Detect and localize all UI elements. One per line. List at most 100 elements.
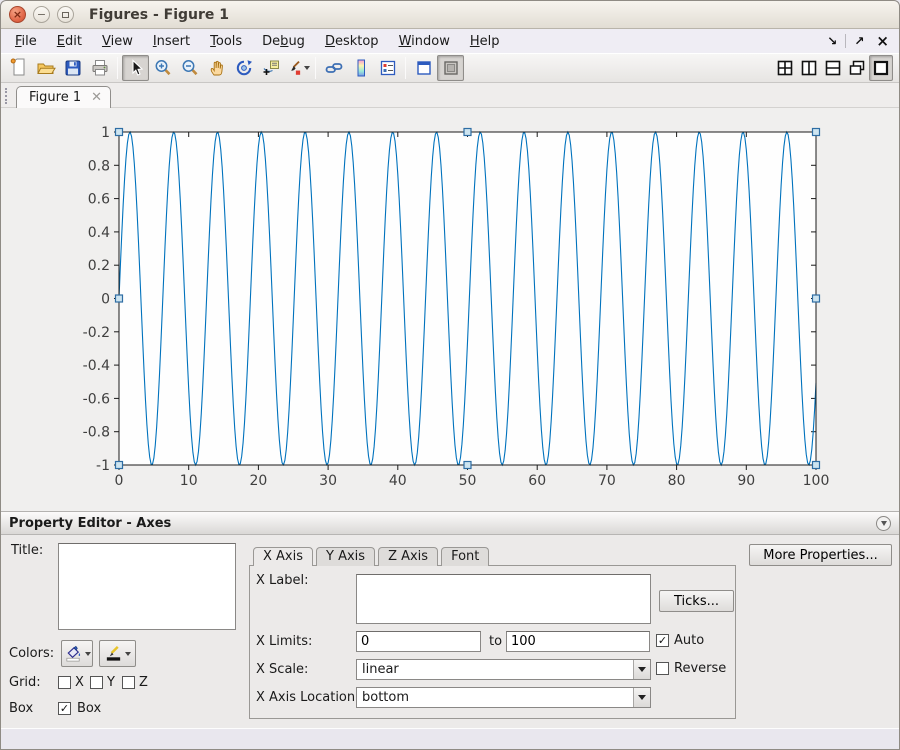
- window-minimize-button[interactable]: −: [33, 6, 50, 23]
- menu-desktop[interactable]: Desktop: [315, 31, 389, 52]
- axes-selection-handle[interactable]: [116, 295, 123, 302]
- x-tick-label: 100: [803, 473, 830, 489]
- pan-icon: [207, 58, 227, 78]
- x-scale-value: linear: [357, 662, 633, 677]
- axes-plot[interactable]: 0102030405060708090100-1-0.8-0.6-0.4-0.2…: [1, 108, 900, 511]
- grid-y-checkbox[interactable]: [90, 676, 103, 689]
- show-plot-tools-button[interactable]: [437, 55, 464, 81]
- grid-label: Grid:: [9, 675, 41, 690]
- property-editor-body: Title: Colors: Grid:: [1, 535, 899, 728]
- x-label-input[interactable]: [356, 574, 651, 624]
- x-limits-min-input[interactable]: [356, 631, 481, 652]
- data-cursor-button[interactable]: [257, 55, 284, 81]
- line-color-pen-icon: [104, 644, 123, 663]
- tile-vertical-button[interactable]: [797, 55, 821, 81]
- undock-icon[interactable]: ↗: [848, 34, 870, 48]
- insert-colorbar-button[interactable]: [347, 55, 374, 81]
- chevron-down-icon: [638, 667, 646, 672]
- dropdown-caret-icon: [125, 652, 131, 656]
- menu-file[interactable]: File: [5, 31, 47, 52]
- chevron-down-icon: [881, 521, 887, 526]
- ticks-button[interactable]: Ticks...: [659, 590, 734, 612]
- cascade-windows-button[interactable]: [845, 55, 869, 81]
- menu-view[interactable]: View: [92, 31, 143, 52]
- tab-close-icon[interactable]: ✕: [91, 90, 102, 105]
- menu-debug[interactable]: Debug: [252, 31, 315, 52]
- toolbar-separator: [117, 57, 118, 79]
- y-tick-label: 1: [101, 125, 110, 141]
- zoom-in-button[interactable]: [149, 55, 176, 81]
- open-file-button[interactable]: [32, 55, 59, 81]
- tab-y-axis[interactable]: Y Axis: [316, 547, 375, 566]
- more-properties-button[interactable]: More Properties...: [749, 544, 892, 566]
- axes-selection-handle[interactable]: [116, 462, 123, 469]
- line-color-button[interactable]: [99, 640, 136, 667]
- brush-data-button[interactable]: [284, 55, 311, 81]
- rotate-3d-icon: [234, 58, 254, 78]
- x-axis-location-dropdown[interactable]: bottom: [356, 687, 651, 708]
- close-window-icon[interactable]: ×: [870, 32, 895, 50]
- figure-plot-area[interactable]: 0102030405060708090100-1-0.8-0.6-0.4-0.2…: [1, 108, 899, 511]
- menu-help[interactable]: Help: [460, 31, 510, 52]
- link-plot-button[interactable]: [320, 55, 347, 81]
- maximize-icon: [62, 12, 69, 18]
- axes-selection-handle[interactable]: [116, 129, 123, 136]
- grid-x-checkbox[interactable]: [58, 676, 71, 689]
- x-limits-max-input[interactable]: [506, 631, 650, 652]
- menubar: FileEditViewInsertToolsDebugDesktopWindo…: [1, 29, 899, 53]
- matlab-figures-window: × − Figures - Figure 1 FileEditViewInser…: [0, 0, 900, 750]
- x-tick-label: 80: [668, 473, 686, 489]
- window-maximize-button[interactable]: [57, 6, 74, 23]
- menu-insert[interactable]: Insert: [143, 31, 200, 52]
- tab-x-axis[interactable]: X Axis: [253, 547, 313, 566]
- tabbar-drag-grip[interactable]: [5, 88, 10, 104]
- titlebar: × − Figures - Figure 1: [1, 1, 899, 29]
- tab-figure-1[interactable]: Figure 1 ✕: [16, 86, 111, 108]
- axes-selection-handle[interactable]: [813, 129, 820, 136]
- x-scale-dropdown[interactable]: linear: [356, 659, 651, 680]
- dock-icon[interactable]: ↘: [821, 34, 843, 48]
- new-figure-button[interactable]: [5, 55, 32, 81]
- zoom-in-icon: [153, 58, 173, 78]
- dropdown-caret-icon[interactable]: [304, 66, 310, 70]
- to-label: to: [489, 634, 502, 649]
- x-limits-auto-checkbox[interactable]: ✓: [656, 634, 669, 647]
- zoom-out-button[interactable]: [176, 55, 203, 81]
- axes-selection-handle[interactable]: [813, 462, 820, 469]
- menubar-separator: [845, 34, 846, 48]
- dropdown-button[interactable]: [633, 688, 650, 707]
- axes-title-input[interactable]: [58, 543, 236, 630]
- toolbar-separator: [405, 57, 406, 79]
- x-scale-label: X Scale:: [256, 662, 308, 677]
- menu-tools[interactable]: Tools: [200, 31, 252, 52]
- print-figure-icon: [90, 58, 110, 78]
- tile-horizontal-button[interactable]: [821, 55, 845, 81]
- window-close-button[interactable]: ×: [9, 6, 26, 23]
- insert-legend-button[interactable]: [374, 55, 401, 81]
- y-tick-label: 0.6: [88, 192, 110, 208]
- menu-edit[interactable]: Edit: [47, 31, 92, 52]
- tab-z-axis[interactable]: Z Axis: [378, 547, 438, 566]
- x-scale-reverse-checkbox[interactable]: [656, 662, 669, 675]
- print-figure-button[interactable]: [86, 55, 113, 81]
- collapse-panel-button[interactable]: [876, 516, 891, 531]
- y-tick-label: -0.4: [83, 358, 110, 374]
- tab-font[interactable]: Font: [441, 547, 489, 566]
- axes-selection-handle[interactable]: [464, 462, 471, 469]
- edit-plot-button[interactable]: [122, 55, 149, 81]
- axes-selection-handle[interactable]: [813, 295, 820, 302]
- paint-bucket-icon: [64, 644, 83, 663]
- single-maximized-button[interactable]: [869, 55, 893, 81]
- pan-button[interactable]: [203, 55, 230, 81]
- save-figure-button[interactable]: [59, 55, 86, 81]
- box-checkbox[interactable]: ✓: [58, 702, 71, 715]
- rotate-3d-button[interactable]: [230, 55, 257, 81]
- grid-z-checkbox[interactable]: [122, 676, 135, 689]
- single-maximized-icon: [871, 58, 891, 78]
- axes-selection-handle[interactable]: [464, 129, 471, 136]
- fill-color-button[interactable]: [61, 640, 93, 667]
- tile-grid-2x2-button[interactable]: [773, 55, 797, 81]
- hide-plot-tools-button[interactable]: [410, 55, 437, 81]
- menu-window[interactable]: Window: [389, 31, 460, 52]
- dropdown-button[interactable]: [633, 660, 650, 679]
